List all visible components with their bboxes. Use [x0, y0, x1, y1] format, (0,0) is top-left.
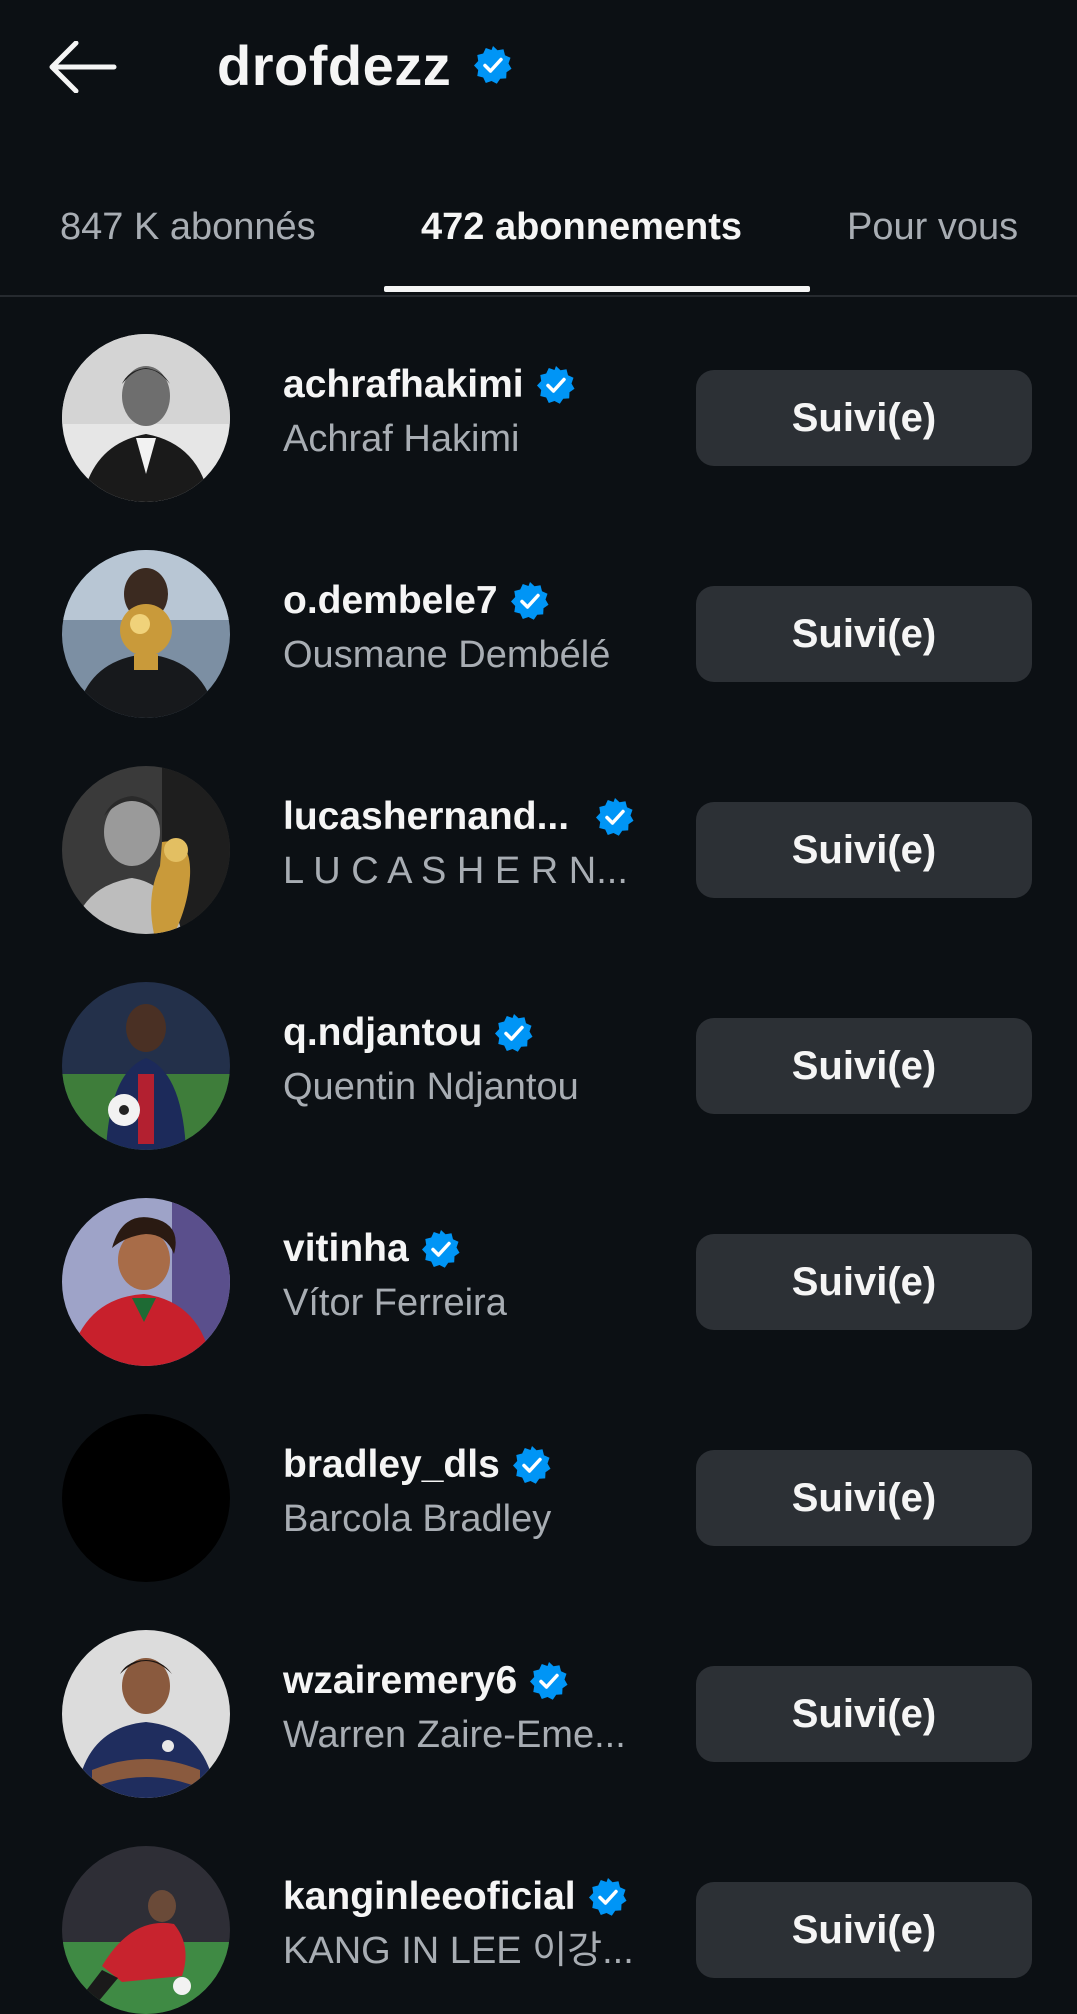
username[interactable]: achrafhakimi	[283, 363, 524, 407]
username[interactable]: o.dembele7	[283, 579, 498, 623]
full-name: Vítor Ferreira	[283, 1282, 507, 1324]
list-item[interactable]: wzairemery6 Warren Zaire-Eme... Suivi(e)	[0, 1628, 1077, 1798]
page-title: drofdezz	[217, 33, 452, 97]
account-info: wzairemery6 Warren Zaire-Eme...	[283, 1654, 663, 1762]
username[interactable]: lucashernand...	[283, 795, 569, 839]
account-info: vitinha Vítor Ferreira	[283, 1222, 663, 1330]
following-button[interactable]: Suivi(e)	[696, 1666, 1032, 1762]
avatar[interactable]	[62, 766, 230, 934]
verified-badge-icon	[494, 1013, 535, 1053]
following-button[interactable]: Suivi(e)	[696, 370, 1032, 466]
list-item[interactable]: q.ndjantou Quentin Ndjantou Suivi(e)	[0, 980, 1077, 1150]
verified-badge-icon	[474, 46, 512, 84]
account-info: lucashernand... L U C A S H E R N...	[283, 790, 663, 898]
full-name: Barcola Bradley	[283, 1498, 552, 1540]
following-button[interactable]: Suivi(e)	[696, 1882, 1032, 1978]
full-name: Warren Zaire-Eme...	[283, 1714, 626, 1756]
arrow-left-icon	[49, 41, 117, 93]
verified-badge-icon	[420, 1229, 461, 1269]
active-tab-indicator	[384, 286, 810, 292]
following-button[interactable]: Suivi(e)	[696, 586, 1032, 682]
full-name: L U C A S H E R N...	[283, 850, 628, 892]
list-item[interactable]: o.dembele7 Ousmane Dembélé Suivi(e)	[0, 548, 1077, 718]
verified-badge-icon	[595, 797, 636, 837]
full-name: Achraf Hakimi	[283, 418, 520, 460]
profile-title: drofdezz	[217, 28, 513, 102]
avatar[interactable]	[62, 550, 230, 718]
username[interactable]: kanginleeoficial	[283, 1875, 576, 1919]
full-name: KANG IN LEE 이강...	[283, 1930, 634, 1972]
following-button[interactable]: Suivi(e)	[696, 1450, 1032, 1546]
follow-tabs: 847 K abonnés 472 abonnements Pour vous	[0, 180, 1077, 297]
verified-badge-icon	[587, 1877, 628, 1917]
account-info: kanginleeoficial KANG IN LEE 이강...	[283, 1870, 663, 1978]
verified-badge-icon	[529, 1661, 570, 1701]
username[interactable]: bradley_dls	[283, 1443, 500, 1487]
avatar[interactable]	[62, 1414, 230, 1582]
full-name: Ousmane Dembélé	[283, 634, 611, 676]
avatar[interactable]	[62, 1198, 230, 1366]
avatar[interactable]	[62, 1846, 230, 2014]
list-item[interactable]: lucashernand... L U C A S H E R N... Sui…	[0, 764, 1077, 934]
list-item[interactable]: kanginleeoficial KANG IN LEE 이강... Suivi…	[0, 1844, 1077, 2014]
account-info: achrafhakimi Achraf Hakimi	[283, 358, 663, 466]
verified-badge-icon	[535, 365, 576, 405]
following-button[interactable]: Suivi(e)	[696, 1018, 1032, 1114]
account-info: bradley_dls Barcola Bradley	[283, 1438, 663, 1546]
avatar[interactable]	[62, 982, 230, 1150]
tab-followers[interactable]: 847 K abonnés	[60, 198, 316, 256]
list-item[interactable]: achrafhakimi Achraf Hakimi Suivi(e)	[0, 332, 1077, 502]
username[interactable]: q.ndjantou	[283, 1011, 482, 1055]
list-item[interactable]: bradley_dls Barcola Bradley Suivi(e)	[0, 1412, 1077, 1582]
following-button[interactable]: Suivi(e)	[696, 1234, 1032, 1330]
tab-for-you[interactable]: Pour vous	[847, 198, 1018, 256]
username[interactable]: wzairemery6	[283, 1659, 517, 1703]
avatar[interactable]	[62, 334, 230, 502]
back-button[interactable]	[44, 34, 122, 100]
avatar[interactable]	[62, 1630, 230, 1798]
account-info: q.ndjantou Quentin Ndjantou	[283, 1006, 663, 1114]
following-button[interactable]: Suivi(e)	[696, 802, 1032, 898]
verified-badge-icon	[511, 1445, 552, 1485]
full-name: Quentin Ndjantou	[283, 1066, 579, 1108]
verified-badge-icon	[509, 581, 550, 621]
list-item[interactable]: vitinha Vítor Ferreira Suivi(e)	[0, 1196, 1077, 1366]
top-bar: drofdezz	[0, 0, 1077, 135]
tab-following[interactable]: 472 abonnements	[421, 198, 742, 256]
username[interactable]: vitinha	[283, 1227, 409, 1271]
account-info: o.dembele7 Ousmane Dembélé	[283, 574, 663, 682]
